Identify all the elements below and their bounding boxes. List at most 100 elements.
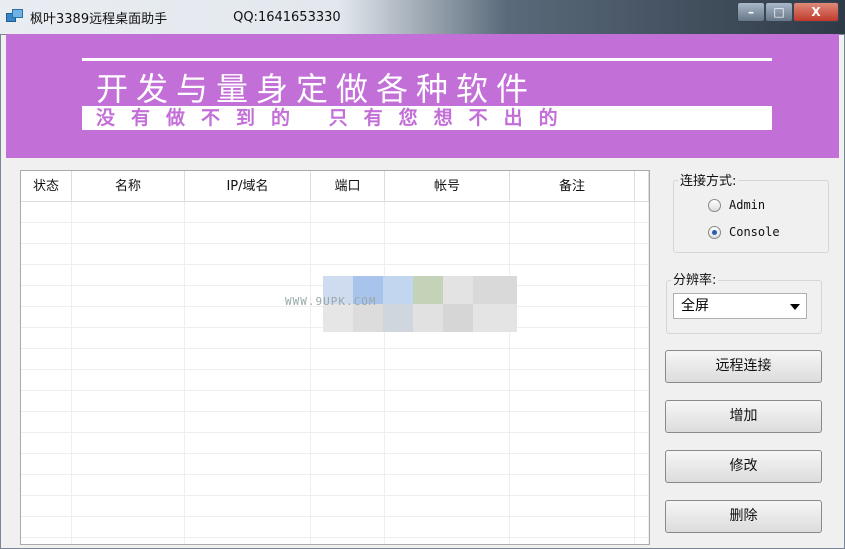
table-cell: [311, 433, 385, 454]
resolution-select[interactable]: 全屏: [673, 293, 807, 319]
table-row[interactable]: [21, 538, 649, 544]
column-header-name[interactable]: 名称: [72, 171, 185, 202]
radio-console[interactable]: Console: [708, 225, 780, 239]
table-cell: [385, 370, 510, 391]
table-row[interactable]: [21, 391, 649, 412]
app-icon: [6, 9, 24, 25]
radio-console-icon[interactable]: [708, 225, 721, 239]
table-cell: [385, 517, 510, 538]
table-cell: [635, 370, 649, 391]
table-cell: [510, 349, 635, 370]
table-cell: [311, 412, 385, 433]
table-cell: [185, 223, 311, 244]
table-cell: [510, 454, 635, 475]
table-row[interactable]: [21, 244, 649, 265]
table-row[interactable]: [21, 517, 649, 538]
table-cell: [21, 433, 72, 454]
table-cell: [635, 265, 649, 286]
table-cell: [311, 202, 385, 223]
table-row[interactable]: [21, 412, 649, 433]
table-cell: [385, 433, 510, 454]
table-cell: [635, 391, 649, 412]
radio-admin-label[interactable]: Admin: [729, 198, 765, 212]
minimize-button[interactable]: –: [737, 2, 765, 22]
banner-title: 开发与量身定做各种软件: [96, 70, 537, 108]
table-row[interactable]: [21, 433, 649, 454]
table-cell: [311, 370, 385, 391]
table-row[interactable]: [21, 496, 649, 517]
table-cell: [185, 391, 311, 412]
table-cell: [21, 391, 72, 412]
table-cell: [311, 496, 385, 517]
table-cell: [510, 496, 635, 517]
table-cell: [21, 349, 72, 370]
table-cell: [510, 265, 635, 286]
table-cell: [635, 328, 649, 349]
edit-button[interactable]: 修改: [665, 450, 822, 483]
watermark: WWW.9UPK.COM: [285, 276, 517, 332]
radio-console-label[interactable]: Console: [729, 225, 780, 239]
table-cell: [311, 244, 385, 265]
maximize-button[interactable]: □: [765, 2, 793, 22]
table-cell: [635, 349, 649, 370]
table-cell: [311, 391, 385, 412]
table-cell: [635, 307, 649, 328]
table-cell: [72, 391, 185, 412]
table-cell: [72, 307, 185, 328]
table-row[interactable]: [21, 454, 649, 475]
table-cell: [21, 202, 72, 223]
table-cell: [72, 517, 185, 538]
table-cell: [635, 202, 649, 223]
table-cell: [510, 538, 635, 544]
table-cell: [185, 496, 311, 517]
table-row[interactable]: [21, 202, 649, 223]
column-header-port[interactable]: 端口: [311, 171, 385, 202]
column-header-ip[interactable]: IP/域名: [185, 171, 311, 202]
delete-button[interactable]: 删除: [665, 500, 822, 533]
table-cell: [21, 538, 72, 544]
table-cell: [72, 286, 185, 307]
table-cell: [21, 496, 72, 517]
column-header-note[interactable]: 备注: [510, 171, 635, 202]
table-cell: [635, 538, 649, 544]
table-cell: [21, 223, 72, 244]
banner: 开发与量身定做各种软件 没有做不到的 只有您想不出的: [6, 34, 839, 158]
column-header-status[interactable]: 状态: [21, 171, 72, 202]
table-cell: [635, 433, 649, 454]
table-cell: [72, 454, 185, 475]
table-cell: [72, 223, 185, 244]
table-cell: [385, 223, 510, 244]
banner-divider: [82, 58, 772, 61]
radio-admin[interactable]: Admin: [708, 198, 765, 212]
window-title: 枫叶3389远程桌面助手: [30, 11, 168, 27]
table-cell: [385, 454, 510, 475]
table-cell: [635, 475, 649, 496]
radio-admin-icon[interactable]: [708, 198, 721, 212]
table-cell: [311, 454, 385, 475]
column-header-account[interactable]: 帐号: [385, 171, 510, 202]
table-cell: [21, 307, 72, 328]
table-cell: [510, 202, 635, 223]
table-cell: [635, 244, 649, 265]
remote-connect-button[interactable]: 远程连接: [665, 350, 822, 383]
table-row[interactable]: [21, 223, 649, 244]
server-list-table[interactable]: 状态 名称 IP/域名 端口 帐号 备注 WWW.9UPK.COM: [20, 170, 650, 545]
table-cell: [72, 538, 185, 544]
table-row[interactable]: [21, 370, 649, 391]
table-cell: [385, 244, 510, 265]
table-cell: [21, 412, 72, 433]
add-button[interactable]: 增加: [665, 400, 822, 433]
close-button[interactable]: X: [793, 2, 839, 22]
table-cell: [72, 202, 185, 223]
table-cell: [185, 412, 311, 433]
table-cell: [510, 223, 635, 244]
table-cell: [185, 433, 311, 454]
qq-number: QQ:1641653330: [233, 9, 341, 25]
table-cell: [385, 475, 510, 496]
table-cell: [510, 307, 635, 328]
chevron-down-icon[interactable]: [790, 304, 800, 310]
table-row[interactable]: [21, 349, 649, 370]
table-cell: [21, 265, 72, 286]
table-row[interactable]: [21, 475, 649, 496]
resolution-label: 分辨率:: [671, 269, 719, 288]
